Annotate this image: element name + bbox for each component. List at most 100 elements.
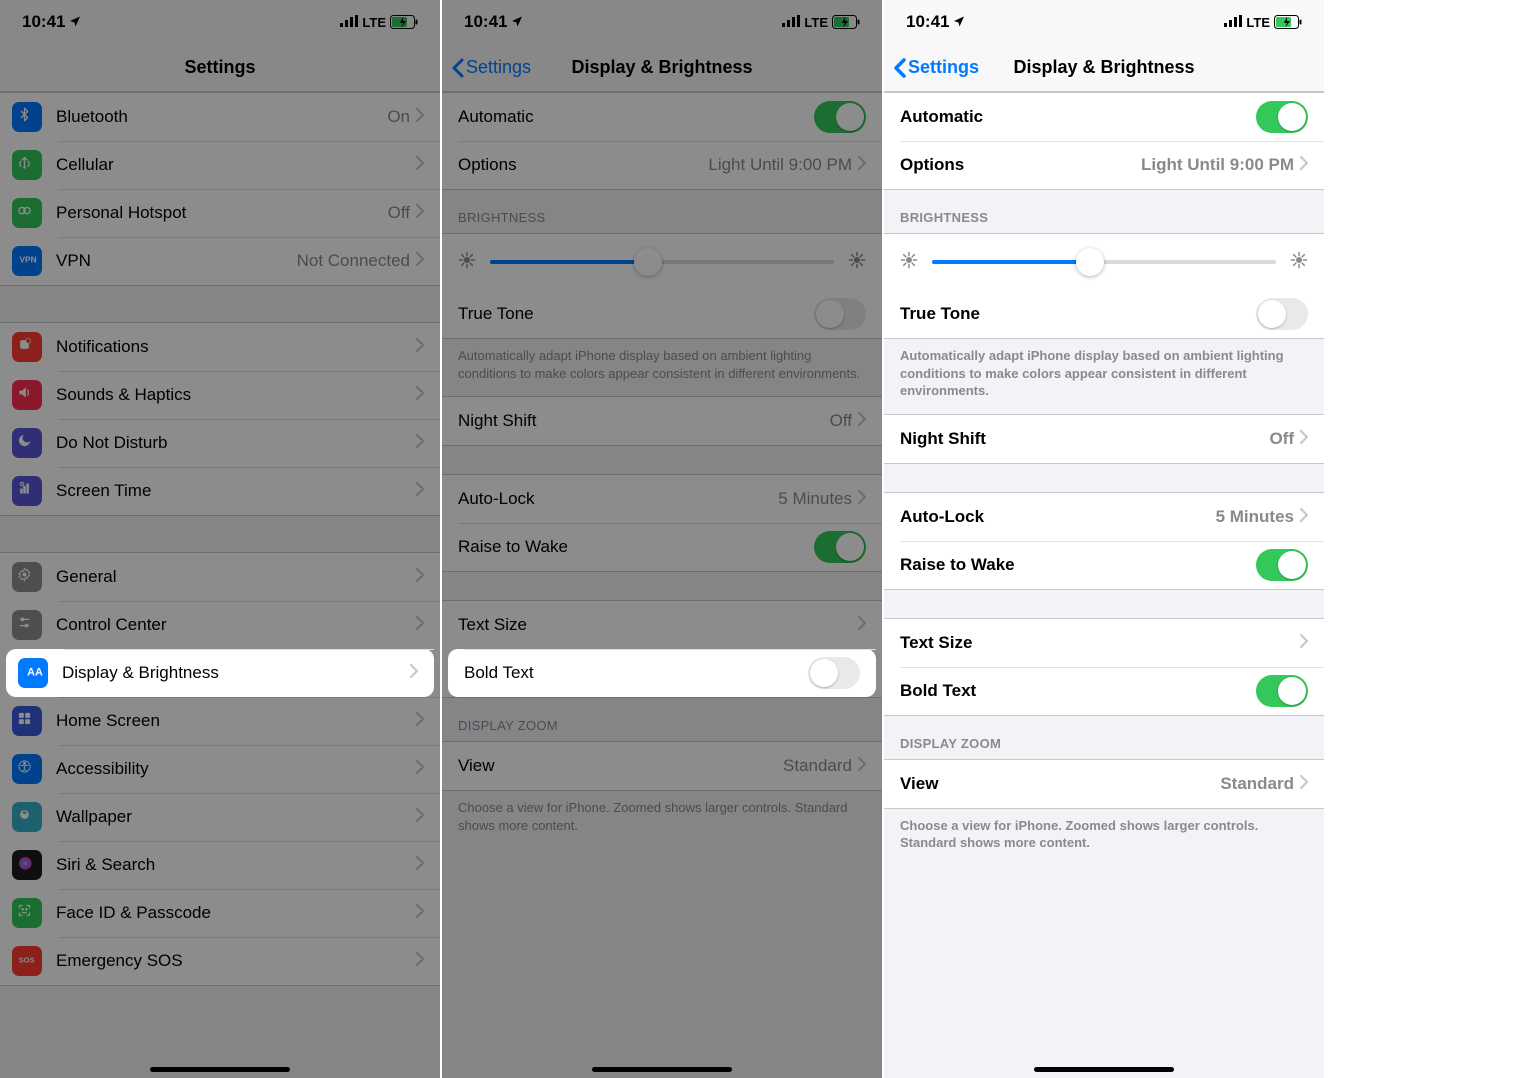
- brightness-slider[interactable]: [490, 260, 834, 264]
- settings-row-vpn[interactable]: VPNVPNNot Connected: [0, 237, 440, 285]
- row-value: Off: [1269, 429, 1294, 449]
- automatic-row[interactable]: Automatic: [442, 93, 882, 141]
- settings-list[interactable]: BluetoothOn Cellular Personal HotspotOff VP…: [0, 92, 440, 1078]
- display-zoom-description: Choose a view for iPhone. Zoomed shows l…: [884, 809, 1324, 866]
- brightness-header: BRIGHTNESS: [884, 190, 1324, 233]
- night-shift-row[interactable]: Night ShiftOff: [442, 397, 882, 445]
- toggle-off[interactable]: [808, 657, 860, 689]
- status-time: 10:41: [464, 12, 507, 32]
- screen-time-icon: [12, 476, 42, 506]
- phone-settings: 10:41 LTE Settings BluetoothOnCellularPe…: [0, 0, 440, 1078]
- display-list[interactable]: Automatic OptionsLight Until 9:00 PMBRIGH…: [884, 92, 1324, 1078]
- toggle-on[interactable]: [1256, 101, 1308, 133]
- settings-row-face-id-passcode[interactable]: Face ID & Passcode: [0, 889, 440, 937]
- brightness-header: BRIGHTNESS: [442, 190, 882, 233]
- settings-row-cellular[interactable]: Cellular: [0, 141, 440, 189]
- text-size-row[interactable]: Text Size: [442, 601, 882, 649]
- toggle-off[interactable]: [1256, 298, 1308, 330]
- row-label: Raise to Wake: [900, 555, 1256, 575]
- settings-row-control-center[interactable]: Control Center: [0, 601, 440, 649]
- wallpaper-icon: [12, 802, 42, 832]
- view-row[interactable]: ViewStandard: [442, 742, 882, 790]
- brightness-slider[interactable]: [932, 260, 1276, 264]
- true-tone-row[interactable]: True Tone: [442, 290, 882, 338]
- settings-group-general: General Control Center AA Display & Brightn…: [0, 552, 440, 986]
- toggle-on[interactable]: [814, 531, 866, 563]
- status-bar: 10:41 LTE: [442, 0, 882, 44]
- chevron-right-icon: [416, 567, 424, 587]
- display-brightness-icon: AA: [18, 658, 48, 688]
- row-label: Wallpaper: [56, 807, 416, 827]
- toggle-off[interactable]: [814, 298, 866, 330]
- brightness-high-icon: [848, 251, 866, 274]
- auto-lock-row[interactable]: Auto-Lock5 Minutes: [884, 493, 1324, 541]
- row-value: Light Until 9:00 PM: [1141, 155, 1294, 175]
- sounds-haptics-icon: [12, 380, 42, 410]
- row-value: 5 Minutes: [1216, 507, 1294, 527]
- settings-row-notifications[interactable]: Notifications: [0, 323, 440, 371]
- row-label: Text Size: [900, 633, 1300, 653]
- settings-row-screen-time[interactable]: Screen Time: [0, 467, 440, 515]
- location-icon: [953, 12, 965, 32]
- settings-row-wallpaper[interactable]: Wallpaper: [0, 793, 440, 841]
- toggle-on[interactable]: [1256, 549, 1308, 581]
- row-value: Light Until 9:00 PM: [708, 155, 852, 175]
- chevron-right-icon: [416, 433, 424, 453]
- emergency-sos-icon: SOS: [12, 946, 42, 976]
- raise-to-wake-row[interactable]: Raise to Wake: [442, 523, 882, 571]
- row-label: Display & Brightness: [62, 663, 410, 683]
- chevron-right-icon: [416, 481, 424, 501]
- do-not-disturb-icon: [12, 428, 42, 458]
- settings-row-bluetooth[interactable]: BluetoothOn: [0, 93, 440, 141]
- row-label: Accessibility: [56, 759, 416, 779]
- row-value: Standard: [783, 756, 852, 776]
- row-label: Automatic: [458, 107, 814, 127]
- brightness-high-icon: [1290, 251, 1308, 274]
- svg-text:VPN: VPN: [20, 255, 37, 265]
- nav-header: Settings Display & Brightness: [442, 44, 882, 92]
- options-row[interactable]: OptionsLight Until 9:00 PM: [884, 141, 1324, 189]
- brightness-low-icon: [458, 251, 476, 274]
- bold-text-row[interactable]: Bold Text: [884, 667, 1324, 715]
- settings-row-sounds-haptics[interactable]: Sounds & Haptics: [0, 371, 440, 419]
- home-indicator[interactable]: [1034, 1067, 1174, 1072]
- settings-row-general[interactable]: General: [0, 553, 440, 601]
- settings-row-do-not-disturb[interactable]: Do Not Disturb: [0, 419, 440, 467]
- display-list[interactable]: Automatic OptionsLight Until 9:00 PMBRIGH…: [442, 92, 882, 1078]
- view-row[interactable]: ViewStandard: [884, 760, 1324, 808]
- row-value: 5 Minutes: [778, 489, 852, 509]
- settings-row-accessibility[interactable]: Accessibility: [0, 745, 440, 793]
- row-label: Automatic: [900, 107, 1256, 127]
- true-tone-row[interactable]: True Tone: [884, 290, 1324, 338]
- settings-row-emergency-sos[interactable]: SOS Emergency SOS: [0, 937, 440, 985]
- home-indicator[interactable]: [150, 1067, 290, 1072]
- row-label: VPN: [56, 251, 297, 271]
- options-row[interactable]: OptionsLight Until 9:00 PM: [442, 141, 882, 189]
- raise-to-wake-row[interactable]: Raise to Wake: [884, 541, 1324, 589]
- settings-row-siri-search[interactable]: Siri & Search: [0, 841, 440, 889]
- auto-lock-row[interactable]: Auto-Lock5 Minutes: [442, 475, 882, 523]
- text-size-row[interactable]: Text Size: [884, 619, 1324, 667]
- chevron-right-icon: [416, 855, 424, 875]
- automatic-row[interactable]: Automatic: [884, 93, 1324, 141]
- row-label: Control Center: [56, 615, 416, 635]
- chevron-right-icon: [416, 711, 424, 731]
- bluetooth-icon: [12, 102, 42, 132]
- settings-row-home-screen[interactable]: Home Screen: [0, 697, 440, 745]
- row-value: Standard: [1220, 774, 1294, 794]
- chevron-right-icon: [1300, 507, 1308, 527]
- settings-row-display-brightness[interactable]: AA Display & Brightness: [6, 649, 434, 697]
- settings-row-personal-hotspot[interactable]: Personal HotspotOff: [0, 189, 440, 237]
- bold-text-row[interactable]: Bold Text: [448, 649, 876, 697]
- network-label: LTE: [804, 15, 828, 30]
- chevron-right-icon: [416, 107, 424, 127]
- home-indicator[interactable]: [592, 1067, 732, 1072]
- row-label: Emergency SOS: [56, 951, 416, 971]
- chevron-right-icon: [416, 385, 424, 405]
- chevron-right-icon: [416, 203, 424, 223]
- toggle-on[interactable]: [1256, 675, 1308, 707]
- toggle-on[interactable]: [814, 101, 866, 133]
- row-label: Bluetooth: [56, 107, 387, 127]
- row-label: Cellular: [56, 155, 416, 175]
- night-shift-row[interactable]: Night ShiftOff: [884, 415, 1324, 463]
